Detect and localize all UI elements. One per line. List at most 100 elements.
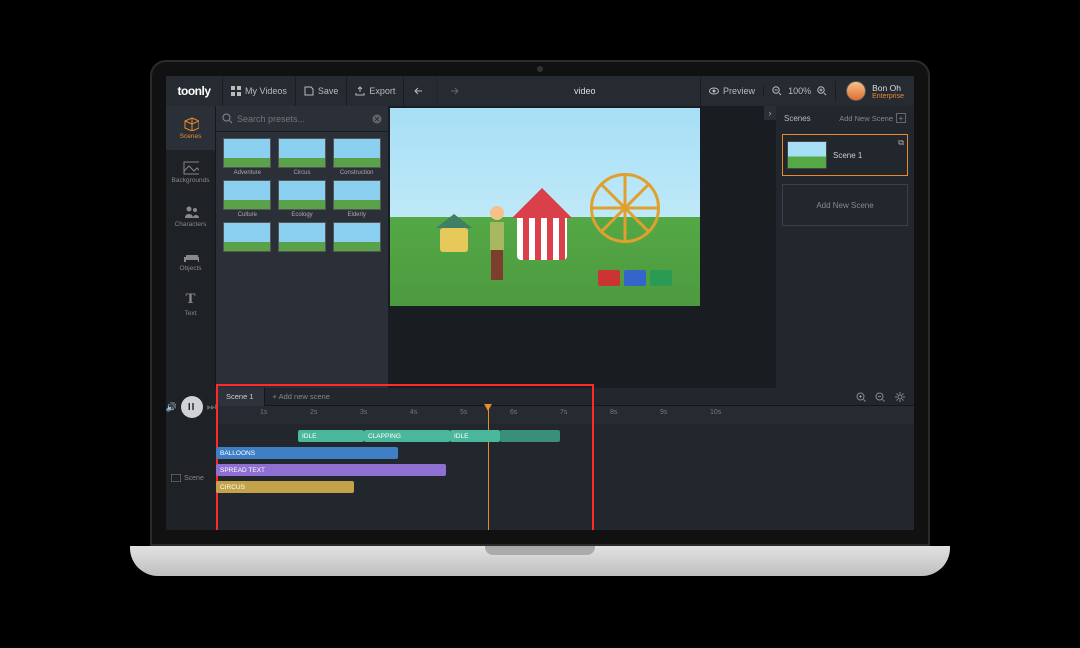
preset-cell[interactable]: Circus [277,138,328,176]
preset-cell[interactable]: Adventure [222,138,273,176]
preview-label: Preview [723,86,755,96]
preset-thumb [278,222,326,252]
sidetab-text[interactable]: T Text [166,282,215,326]
search-icon [222,113,233,124]
preset-label: Elderly [347,212,365,218]
character-graphic [486,206,508,284]
timeline-clip[interactable]: SPREAD TEXT [216,464,446,476]
save-icon [304,86,314,96]
sidetab-characters[interactable]: Characters [166,194,215,238]
zoom-in-icon[interactable] [817,86,827,96]
sidetab-scenes[interactable]: Scenes [166,106,215,150]
sidetab-label: Backgrounds [172,177,210,184]
user-name: Bon Oh [872,83,904,93]
grid-icon [231,86,241,96]
undo-button[interactable] [403,76,436,106]
preset-cell[interactable] [222,222,273,254]
add-new-scene-link[interactable]: Add New Scene + [839,113,906,123]
add-scene-box[interactable]: Add New Scene [782,184,908,226]
ruler-tick: 3s [360,409,367,416]
preset-thumb [223,180,271,210]
zoom-out-icon[interactable] [772,86,782,96]
preset-grid: Adventure Circus Construction CultureEcolog… [216,132,388,260]
timeline-clip[interactable]: CLAPPING [364,430,450,442]
preset-label: Circus [293,170,310,176]
ruler-tick: 4s [410,409,417,416]
laptop-base [130,546,950,576]
settings-icon[interactable] [894,391,906,403]
timeline-left-controls: 🔊 II ⏭ Scene [166,388,216,530]
my-videos-button[interactable]: My Videos [222,76,295,106]
preset-thumb [223,222,271,252]
laptop-shadow [190,577,890,607]
zoom-controls: 100% [763,86,835,96]
timeline-add-scene[interactable]: + Add new scene [265,392,338,401]
ruler-tick: 5s [460,409,467,416]
timeline: 🔊 II ⏭ Scene Scene 1 + Add new scene [166,388,914,530]
sidetab-backgrounds[interactable]: Backgrounds [166,150,215,194]
timeline-tabs: Scene 1 + Add new scene [216,388,914,406]
timeline-zoom-in-icon[interactable] [856,392,867,403]
project-title[interactable]: video [469,86,700,96]
redo-icon [447,86,459,96]
pause-button[interactable]: II [181,396,203,418]
app-screen: toonly My Videos Save Export [166,76,914,530]
preset-cell[interactable] [277,222,328,254]
scene-card[interactable]: Scene 1 ⧉ [782,134,908,176]
preset-cell[interactable]: Culture [222,180,273,218]
clear-icon[interactable] [372,114,382,124]
collapse-scenes-button[interactable]: › [764,106,776,120]
search-row [216,106,388,132]
export-button[interactable]: Export [346,76,403,106]
search-input[interactable] [233,114,372,124]
timeline-tracks[interactable]: IDLECLAPPINGIDLE BALLOONS SPREAD TEXT CIRCU… [216,424,914,530]
timeline-zoom-out-icon[interactable] [875,392,886,403]
sidetab-label: Characters [175,221,207,228]
sidetab-objects[interactable]: Objects [166,238,215,282]
preset-cell[interactable]: Elderly [331,180,382,218]
preset-thumb [223,138,271,168]
text-icon: T [185,291,195,308]
avatar [846,81,866,101]
zoom-value: 100% [788,86,811,96]
preset-thumb [278,138,326,168]
playhead[interactable] [488,406,489,530]
ruler-tick: 10s [710,409,721,416]
user-menu[interactable]: Bon Oh Enterprise [835,81,914,101]
undo-icon [414,86,426,96]
ruler-tick: 6s [510,409,517,416]
canvas-stage[interactable] [390,108,700,306]
my-videos-label: My Videos [245,86,287,96]
ruler-tick: 9s [660,409,667,416]
timeline-scene-row-label: Scene [171,474,211,482]
train-graphic [598,258,678,290]
scene-thumbnail [787,141,827,169]
scenes-panel: Scenes Add New Scene + Scene 1 ⧉ Add New… [776,106,914,388]
app-logo: toonly [166,76,222,106]
canvas-area: › [388,106,776,388]
camera-dot [537,66,543,72]
ferris-wheel-graphic [590,173,660,243]
timeline-clip[interactable] [500,430,560,442]
preset-cell[interactable] [331,222,382,254]
timeline-clip[interactable]: BALLOONS [216,447,398,459]
speaker-icon[interactable]: 🔊 [166,402,177,413]
side-tabs: Scenes Backgrounds Characters Objects [166,106,216,388]
preview-button[interactable]: Preview [700,76,763,106]
export-icon [355,86,365,96]
timeline-scene-tab[interactable]: Scene 1 [216,388,265,406]
preset-cell[interactable]: Construction [331,138,382,176]
timeline-clip[interactable]: CIRCUS [216,481,354,493]
sidetab-label: Scenes [180,133,202,140]
user-plan: Enterprise [872,93,904,100]
plus-icon: + [896,113,906,123]
save-label: Save [318,86,339,96]
timeline-main: Scene 1 + Add new scene 1s2s3s4s5s6s7s8s… [216,388,914,530]
duplicate-icon[interactable]: ⧉ [898,138,904,148]
redo-button[interactable] [436,76,469,106]
save-button[interactable]: Save [295,76,347,106]
preset-cell[interactable]: Ecology [277,180,328,218]
timeline-clip[interactable]: IDLE [298,430,364,442]
timeline-ruler[interactable]: 1s2s3s4s5s6s7s8s9s10s [216,406,914,424]
timeline-clip[interactable]: IDLE [450,430,500,442]
